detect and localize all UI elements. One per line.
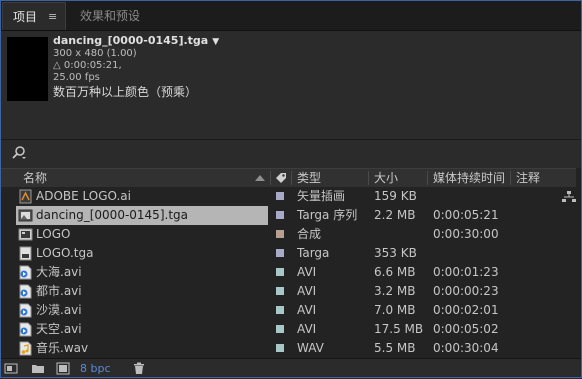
tab-effects-presets-label: 效果和预设	[80, 9, 141, 23]
item-name: 沙漠.avi	[36, 303, 82, 317]
project-item-list: ADOBE LOGO.ai 矢量插画 159 KB dancing_[0000-…	[0, 187, 576, 357]
new-composition-icon[interactable]	[56, 362, 70, 375]
item-type: 矢量插画	[297, 189, 346, 203]
item-name: 音乐.wav	[36, 341, 89, 355]
item-duration: 0:00:30:04	[433, 341, 499, 355]
item-duration: 0:00:01:23	[433, 265, 499, 279]
item-size: 7.0 MB	[374, 303, 416, 317]
video-file-icon	[19, 265, 32, 280]
column-media-duration[interactable]: 媒体持续时间	[433, 169, 505, 187]
label-color-swatch[interactable]	[276, 192, 284, 200]
illustrator-file-icon	[19, 189, 32, 204]
image-sequence-icon	[18, 209, 33, 222]
item-duration	[433, 244, 513, 263]
preview-dropdown-icon[interactable]: ▼	[212, 37, 219, 47]
new-folder-icon[interactable]	[31, 362, 45, 375]
item-name: dancing_[0000-0145].tga	[36, 208, 188, 222]
item-name: LOGO.tga	[36, 246, 94, 260]
bit-depth-button[interactable]: 8 bpc	[80, 362, 111, 375]
tab-project-label: 项目	[13, 10, 38, 24]
item-name: 天空.avi	[36, 322, 82, 336]
item-size	[374, 225, 430, 244]
item-duration: 0:00:02:01	[433, 303, 499, 317]
panel-footer: 8 bpc	[0, 358, 582, 379]
label-color-swatch[interactable]	[276, 249, 284, 257]
label-color-swatch[interactable]	[276, 325, 284, 333]
preview-thumbnail	[7, 37, 48, 101]
column-comment[interactable]: 注释	[516, 169, 540, 187]
label-tag-icon[interactable]	[274, 171, 288, 185]
item-size: 5.5 MB	[374, 341, 416, 355]
project-flowchart-icon[interactable]	[562, 190, 576, 204]
project-item-shamo[interactable]: 沙漠.avi AVI 7.0 MB 0:00:02:01	[0, 301, 576, 320]
project-item-dushi[interactable]: 都市.avi AVI 3.2 MB 0:00:00:23	[0, 282, 576, 301]
column-name[interactable]: 名称	[23, 169, 47, 187]
item-type: AVI	[297, 265, 317, 279]
item-type: AVI	[297, 322, 317, 336]
item-name: LOGO	[36, 227, 71, 241]
item-type: 合成	[297, 227, 322, 241]
label-color-swatch[interactable]	[276, 344, 284, 352]
item-type: AVI	[297, 303, 317, 317]
trash-icon[interactable]	[132, 362, 146, 375]
tga-file-icon	[19, 246, 32, 261]
project-item-yinyue[interactable]: 音乐.wav WAV 5.5 MB 0:00:30:04	[0, 339, 576, 357]
panel-tab-bar: 项目 ≡ 效果和预设	[0, 0, 582, 31]
search-bar[interactable]	[0, 139, 582, 168]
label-color-swatch[interactable]	[276, 230, 284, 238]
item-name: ADOBE LOGO.ai	[36, 189, 131, 203]
project-item-dahai[interactable]: 大海.avi AVI 6.6 MB 0:00:01:23	[0, 263, 576, 282]
project-item-logo-tga[interactable]: LOGO.tga Targa 353 KB	[0, 244, 576, 263]
item-type: WAV	[297, 341, 324, 355]
video-file-icon	[19, 303, 32, 318]
item-duration	[433, 187, 513, 206]
column-size[interactable]: 大小	[374, 169, 398, 187]
tab-effects-presets[interactable]: 效果和预设	[74, 2, 182, 30]
item-type: Targa 序列	[297, 208, 358, 222]
item-duration: 0:00:05:02	[433, 322, 499, 336]
project-item-logo-comp[interactable]: LOGO 合成 0:00:30:00	[0, 225, 576, 244]
project-item-dancing[interactable]: dancing_[0000-0145].tga Targa 序列 2.2 MB …	[0, 206, 576, 225]
column-header: 名称 类型 大小 媒体持续时间 注释	[0, 168, 576, 188]
item-duration: 0:00:05:21	[433, 208, 499, 222]
item-size: 159 KB	[374, 189, 417, 203]
preview-info: dancing_[0000-0145].tga ▼ 300 x 480 (1.00…	[53, 34, 219, 99]
project-item-adobe-logo[interactable]: ADOBE LOGO.ai 矢量插画 159 KB	[0, 187, 576, 206]
sort-ascending-icon[interactable]	[255, 174, 265, 182]
label-color-swatch[interactable]	[276, 287, 284, 295]
item-type: AVI	[297, 284, 317, 298]
preview-color-depth: 数百万种以上颜色（预乘）	[53, 85, 198, 99]
panel-menu-icon[interactable]: ≡	[48, 3, 57, 31]
item-name: 大海.avi	[36, 265, 82, 279]
project-panel: 项目 ≡ 效果和预设 dancing_[0000-0145].tga ▼ 300 …	[0, 0, 582, 379]
video-file-icon	[19, 284, 32, 299]
label-color-swatch[interactable]	[276, 268, 284, 276]
label-color-swatch[interactable]	[276, 211, 284, 219]
footage-preview: dancing_[0000-0145].tga ▼ 300 x 480 (1.00…	[0, 31, 582, 139]
item-size: 3.2 MB	[374, 284, 416, 298]
preview-filename: dancing_[0000-0145].tga	[53, 34, 209, 47]
label-color-swatch[interactable]	[276, 306, 284, 314]
interpret-footage-icon[interactable]	[4, 362, 18, 375]
search-icon[interactable]	[11, 145, 27, 161]
video-file-icon	[19, 322, 32, 337]
column-type[interactable]: 类型	[297, 169, 321, 187]
item-name: 都市.avi	[36, 284, 82, 298]
item-duration: 0:00:00:23	[433, 284, 499, 298]
item-duration: 0:00:30:00	[433, 227, 499, 241]
item-size: 6.6 MB	[374, 265, 416, 279]
preview-dimensions: 300 x 480 (1.00)	[53, 48, 137, 59]
item-size: 353 KB	[374, 246, 417, 260]
item-size: 2.2 MB	[374, 208, 416, 222]
project-item-tiankong[interactable]: 天空.avi AVI 17.5 MB 0:00:05:02	[0, 320, 576, 339]
tab-project[interactable]: 项目 ≡	[2, 2, 66, 30]
preview-duration: △ 0:00:05:21, 25.00 fps	[53, 60, 122, 83]
audio-file-icon	[19, 341, 32, 356]
composition-icon	[18, 228, 33, 241]
item-type: Targa	[297, 246, 330, 260]
item-size: 17.5 MB	[374, 322, 424, 336]
